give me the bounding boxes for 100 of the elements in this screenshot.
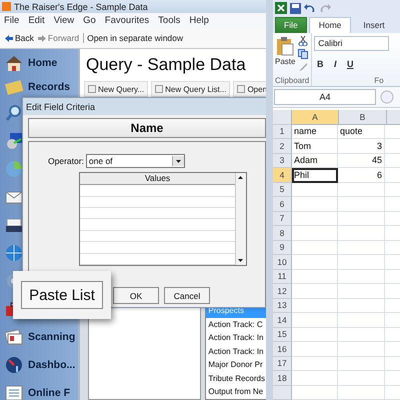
- row-header[interactable]: 6: [273, 197, 292, 212]
- ok-button[interactable]: OK: [113, 287, 159, 304]
- format-button[interactable]: I: [329, 58, 342, 69]
- back-arrow-icon[interactable]: [5, 34, 13, 42]
- menu-item[interactable]: View: [54, 15, 74, 26]
- ribbon-tab[interactable]: Home: [308, 16, 352, 33]
- document-icon[interactable]: [155, 85, 164, 93]
- list-item[interactable]: Action Track: C: [206, 318, 266, 331]
- list-item[interactable]: Major Donor Pr: [206, 358, 266, 372]
- table-cell[interactable]: [338, 298, 385, 314]
- table-cell[interactable]: [292, 240, 338, 256]
- list-item[interactable]: Output from Ne: [206, 385, 266, 398]
- name-box[interactable]: A4: [274, 89, 376, 106]
- dropdown-caret-icon[interactable]: [172, 156, 184, 166]
- sidebar-label[interactable]: Scanning: [28, 332, 74, 342]
- cancel-button[interactable]: Cancel: [164, 287, 210, 304]
- copy-icon[interactable]: [298, 48, 308, 59]
- row-header[interactable]: 1: [273, 124, 292, 140]
- document-icon[interactable]: [237, 85, 246, 93]
- row-header[interactable]: 17: [273, 356, 292, 372]
- pie-icon[interactable]: [4, 159, 24, 179]
- list-icon[interactable]: [4, 383, 24, 400]
- table-cell[interactable]: [292, 197, 338, 212]
- format-button[interactable]: U: [344, 58, 356, 69]
- menu-item[interactable]: Tools: [158, 15, 180, 26]
- table-cell[interactable]: Adam: [292, 154, 338, 168]
- table-cell[interactable]: [338, 226, 385, 241]
- row-header[interactable]: 5: [273, 182, 292, 198]
- list-item[interactable]: Tribute Records: [206, 372, 266, 385]
- table-cell[interactable]: [338, 356, 385, 372]
- document-icon[interactable]: [88, 85, 96, 93]
- table-cell[interactable]: [338, 212, 385, 226]
- toolbar-button[interactable]: New Query List...: [151, 81, 230, 97]
- house-icon[interactable]: [4, 53, 24, 73]
- operator-dropdown[interactable]: one of: [86, 154, 185, 168]
- back-button[interactable]: Back: [5, 33, 34, 43]
- row-header[interactable]: 10: [273, 255, 292, 270]
- table-cell[interactable]: [338, 328, 385, 342]
- select-all-corner[interactable]: [273, 110, 292, 125]
- menu-item[interactable]: Edit: [28, 15, 45, 26]
- table-cell[interactable]: name: [292, 124, 338, 140]
- sidebar-label[interactable]: Records: [28, 82, 74, 92]
- globe-icon[interactable]: [4, 243, 24, 263]
- gauge-icon[interactable]: [4, 355, 24, 375]
- row-header[interactable]: 9: [273, 240, 292, 256]
- open-window-button[interactable]: Open in separate window: [83, 33, 184, 43]
- row-header[interactable]: 8: [273, 226, 292, 241]
- spreadsheet-logo-icon[interactable]: [275, 2, 287, 14]
- table-cell[interactable]: [292, 298, 338, 314]
- sidebar-label[interactable]: Dashbo...: [28, 360, 74, 370]
- row-header[interactable]: 18: [273, 371, 292, 386]
- format-button[interactable]: B: [314, 58, 326, 69]
- list-item[interactable]: Action Track: In: [206, 331, 266, 344]
- values-table[interactable]: Values: [79, 172, 247, 266]
- row-header[interactable]: 16: [273, 342, 292, 357]
- table-cell[interactable]: [338, 342, 385, 357]
- table-cell[interactable]: quote: [338, 124, 385, 140]
- table-cell[interactable]: [338, 270, 385, 284]
- row-header[interactable]: 3: [273, 154, 292, 168]
- table-cell[interactable]: [292, 328, 338, 342]
- row-header[interactable]: 12: [273, 284, 292, 299]
- ribbon-tab[interactable]: Insert: [353, 16, 395, 33]
- table-cell[interactable]: [292, 226, 338, 241]
- column-header[interactable]: A: [292, 110, 339, 125]
- table-cell[interactable]: Phil: [292, 168, 338, 183]
- brush-icon[interactable]: [298, 62, 308, 72]
- clipboard-icon[interactable]: [276, 36, 294, 56]
- table-cell[interactable]: [292, 313, 338, 328]
- table-cell[interactable]: [338, 255, 385, 270]
- table-cell[interactable]: [292, 255, 338, 270]
- table-cell[interactable]: [292, 212, 338, 226]
- table-cell[interactable]: [292, 386, 338, 400]
- table-cell[interactable]: 3: [338, 139, 385, 154]
- table-cell[interactable]: [292, 182, 338, 198]
- function-button-icon[interactable]: [380, 90, 394, 104]
- table-cell[interactable]: [292, 284, 338, 299]
- save-icon[interactable]: [290, 2, 301, 14]
- scissors-icon[interactable]: [298, 36, 308, 46]
- table-cell[interactable]: [338, 386, 385, 400]
- menu-item[interactable]: Favourites: [104, 15, 150, 26]
- table-cell[interactable]: 45: [338, 154, 385, 168]
- table-cell[interactable]: [292, 356, 338, 372]
- sidebar-label[interactable]: Home: [28, 58, 74, 68]
- row-header[interactable]: 2: [273, 139, 292, 154]
- magnifier-icon[interactable]: [4, 103, 24, 123]
- disc-icon[interactable]: [4, 131, 24, 151]
- row-header[interactable]: 7: [273, 212, 292, 226]
- table-cell[interactable]: Tom: [292, 139, 338, 154]
- column-header[interactable]: B: [339, 110, 387, 125]
- row-header[interactable]: [273, 386, 292, 400]
- table-cell[interactable]: [292, 371, 338, 386]
- undo-icon[interactable]: [304, 3, 316, 14]
- table-cell[interactable]: [338, 197, 385, 212]
- table-cell[interactable]: 6: [338, 168, 385, 183]
- row-header[interactable]: 13: [273, 298, 292, 314]
- paste-button[interactable]: Paste: [275, 36, 296, 76]
- menu-item[interactable]: Go: [83, 15, 96, 26]
- scrollbar[interactable]: [235, 173, 246, 265]
- row-header[interactable]: 4: [273, 168, 292, 183]
- row-header[interactable]: 15: [273, 328, 292, 342]
